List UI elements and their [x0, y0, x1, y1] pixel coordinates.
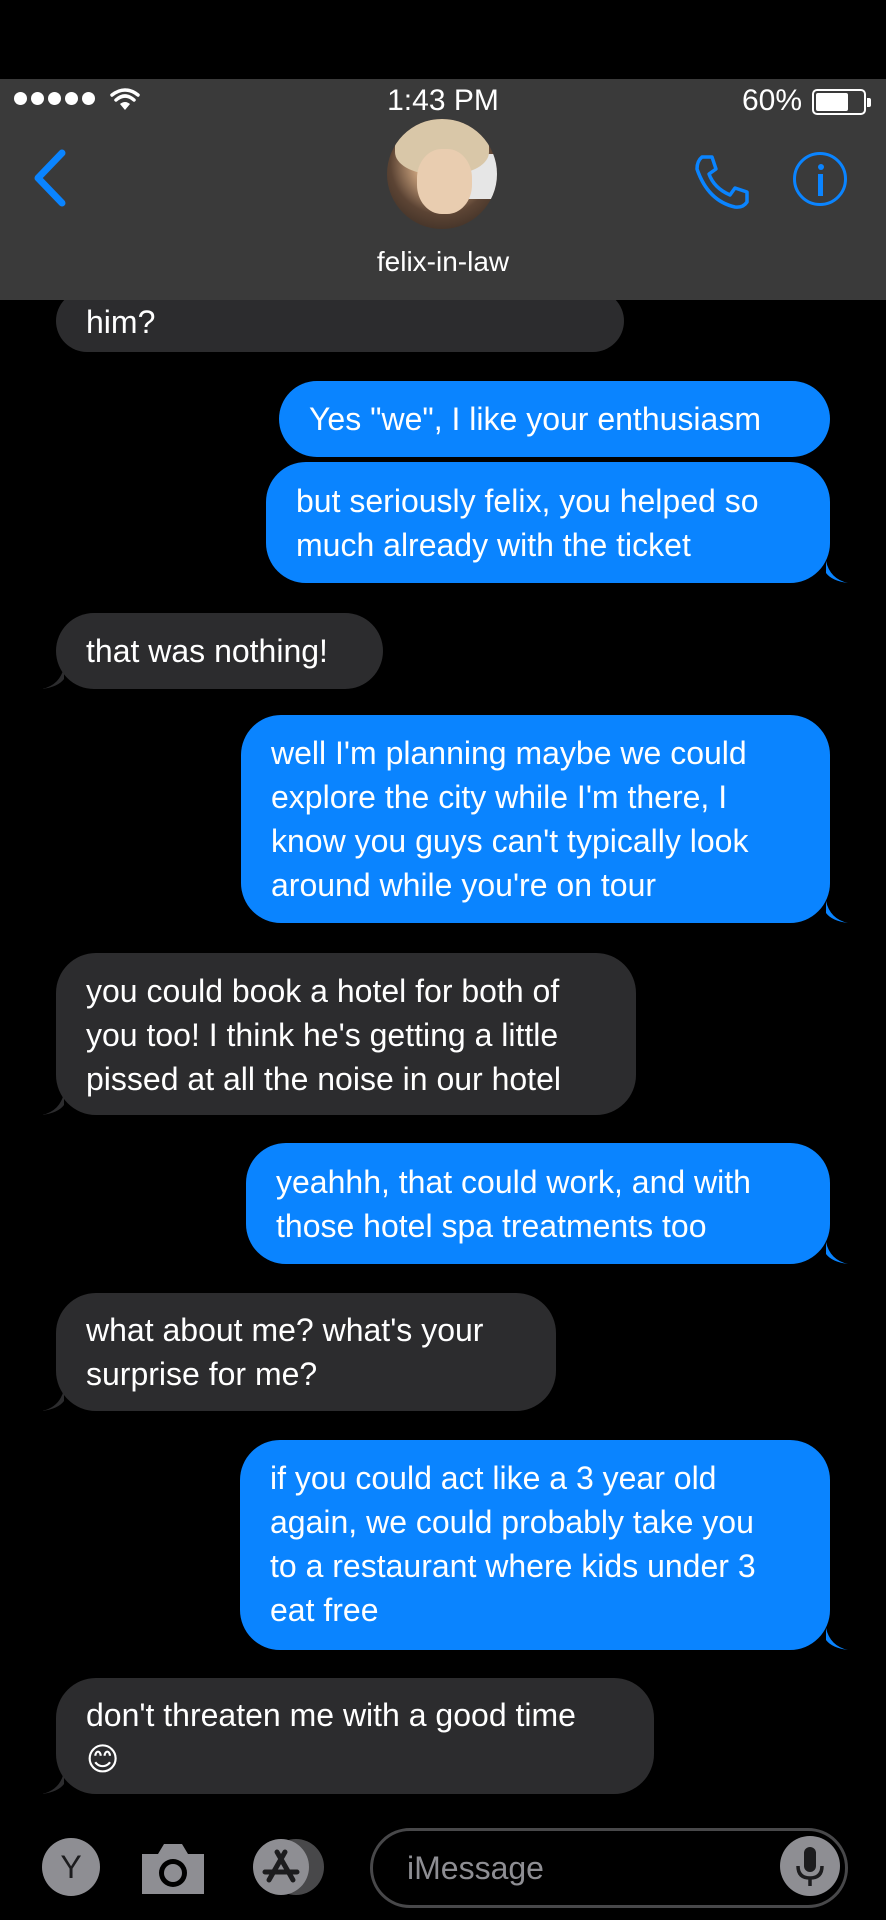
microphone-icon[interactable] — [780, 1836, 840, 1896]
info-icon[interactable] — [793, 152, 847, 206]
bubble-tail — [42, 667, 64, 689]
received-message[interactable]: you could book a hotel for both of you t… — [56, 953, 636, 1115]
sent-message[interactable]: but seriously felix, you helped so much … — [266, 462, 830, 583]
message-input[interactable]: iMessage — [370, 1828, 848, 1908]
message-text: what about me? what's your surprise for … — [86, 1312, 484, 1392]
message-text: if you could act like a 3 year old again… — [270, 1460, 756, 1628]
message-text: but seriously felix, you helped so much … — [296, 483, 759, 563]
bubble-tail — [42, 1772, 64, 1794]
bubble-tail — [826, 561, 848, 583]
message-text: you could book a hotel for both of you t… — [86, 973, 561, 1097]
status-bar: 1:43 PM 60% — [0, 79, 886, 121]
received-message[interactable]: that was nothing! — [56, 613, 383, 689]
message-text: well I'm planning maybe we could explore… — [271, 735, 749, 903]
message-text: that was nothing! — [86, 633, 328, 669]
sent-message[interactable]: Yes "we", I like your enthusiasm — [279, 381, 830, 457]
bubble-tail — [826, 901, 848, 923]
sent-message[interactable]: if you could act like a 3 year old again… — [240, 1440, 830, 1650]
app-store-icon[interactable] — [252, 1838, 330, 1896]
received-message[interactable]: what about me? what's your surprise for … — [56, 1293, 556, 1411]
conversation-header: 1:43 PM 60% felix-in-law — [0, 79, 886, 300]
back-chevron-icon[interactable] — [30, 149, 70, 207]
bubble-tail — [42, 1093, 64, 1115]
battery-percent: 60% — [741, 84, 802, 117]
input-bar: Y iMessage — [0, 1820, 886, 1920]
contact-name[interactable]: felix-in-law — [0, 246, 886, 278]
message-placeholder: iMessage — [407, 1850, 544, 1886]
battery-icon — [812, 89, 871, 115]
bubble-tail — [826, 1628, 848, 1650]
received-message[interactable]: don't threaten me with a good time 😊 — [56, 1678, 654, 1794]
app-drawer-button[interactable]: Y — [42, 1838, 100, 1896]
bubble-tail — [42, 1389, 64, 1411]
phone-icon[interactable] — [693, 153, 751, 211]
sent-message[interactable]: yeahhh, that could work, and with those … — [246, 1143, 830, 1264]
sent-message[interactable]: well I'm planning maybe we could explore… — [241, 715, 830, 923]
message-text: him? — [86, 304, 156, 340]
message-text: Yes "we", I like your enthusiasm — [309, 401, 761, 437]
bubble-tail — [826, 1242, 848, 1264]
contact-avatar[interactable] — [387, 119, 497, 229]
message-text: don't threaten me with a good time 😊 — [86, 1697, 576, 1777]
message-text: yeahhh, that could work, and with those … — [276, 1164, 751, 1244]
camera-icon[interactable] — [138, 1840, 208, 1896]
